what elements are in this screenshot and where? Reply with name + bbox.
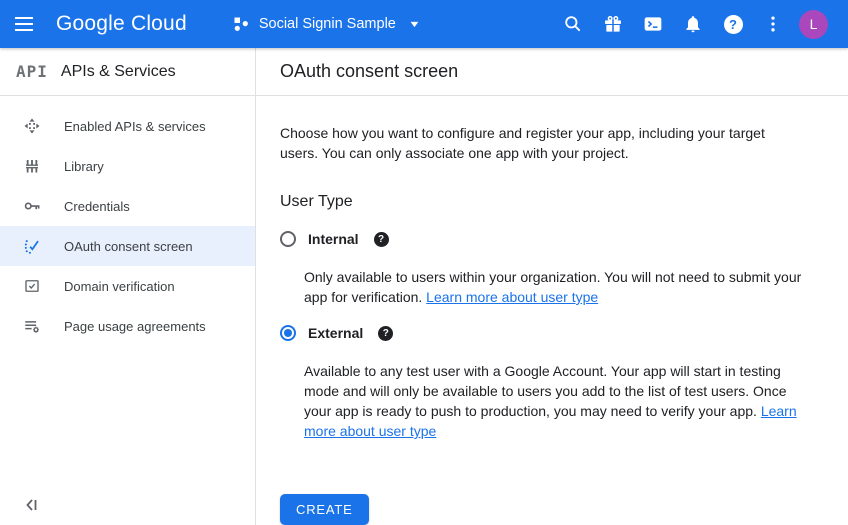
api-product-logo: API xyxy=(16,62,48,81)
sidebar-item-library[interactable]: Library xyxy=(0,146,255,186)
help-button[interactable]: ? xyxy=(713,0,753,48)
intro-text: Choose how you want to configure and reg… xyxy=(280,125,765,161)
sidebar-item-domain-verification[interactable]: Domain verification xyxy=(0,266,255,306)
user-type-heading: User Type xyxy=(280,193,353,210)
bell-icon xyxy=(683,14,703,34)
collapse-panel-icon xyxy=(24,497,40,513)
app-bar: Google Cloud Social Signin Sample ▼ ? L xyxy=(0,0,848,48)
offers-button[interactable] xyxy=(593,0,633,48)
sidebar-item-label: Enabled APIs & services xyxy=(64,118,206,134)
user-type-option-internal: Internal ? Only available to users withi… xyxy=(280,226,824,307)
cloud-shell-icon xyxy=(643,14,663,34)
main-panel: OAuth consent screen Choose how you want… xyxy=(256,48,848,525)
sidebar-item-page-usage-agreements[interactable]: Page usage agreements xyxy=(0,306,255,346)
sidebar-item-label: Credentials xyxy=(64,198,130,214)
internal-description: Only available to users within your orga… xyxy=(304,267,806,307)
main-header: OAuth consent screen xyxy=(256,48,848,96)
sidebar-item-label: Domain verification xyxy=(64,278,175,294)
sidebar-item-label: Library xyxy=(64,158,104,174)
help-icon: ? xyxy=(723,14,743,34)
sidebar: API APIs & Services Enabled APIs & servi… xyxy=(0,48,256,525)
sidebar-item-credentials[interactable]: Credentials xyxy=(0,186,255,226)
google-cloud-logo[interactable]: Google Cloud xyxy=(56,12,187,36)
user-type-option-external: External ? Available to any test user wi… xyxy=(280,320,824,441)
key-icon xyxy=(23,197,41,215)
consent-screen-icon xyxy=(23,237,41,255)
external-help-icon[interactable]: ? xyxy=(378,325,394,341)
external-description-text: Available to any test user with a Google… xyxy=(304,363,787,419)
account-avatar[interactable]: L xyxy=(799,9,828,39)
sidebar-item-label: OAuth consent screen xyxy=(64,238,193,254)
chevron-down-icon: ▼ xyxy=(407,19,421,29)
cloud-shell-button[interactable] xyxy=(633,0,673,48)
sidebar-item-oauth-consent-screen[interactable]: OAuth consent screen xyxy=(0,226,255,266)
internal-learn-more-link[interactable]: Learn more about user type xyxy=(426,289,598,305)
search-button[interactable] xyxy=(553,0,593,48)
enabled-apis-icon xyxy=(23,117,41,135)
library-icon xyxy=(23,157,41,175)
page-title: OAuth consent screen xyxy=(280,61,459,81)
internal-help-icon[interactable]: ? xyxy=(373,231,389,247)
internal-radio-label: Internal xyxy=(308,231,359,247)
more-vert-icon xyxy=(763,14,783,34)
sidebar-product-title: APIs & Services xyxy=(60,62,176,80)
create-button[interactable]: CREATE xyxy=(280,494,369,525)
project-name: Social Signin Sample xyxy=(258,16,396,32)
project-icon xyxy=(233,16,249,32)
content-area: Choose how you want to configure and reg… xyxy=(256,96,848,525)
page-usage-agreements-icon xyxy=(23,317,41,335)
sidebar-item-label: Page usage agreements xyxy=(64,318,206,334)
hamburger-menu-button[interactable] xyxy=(0,0,48,48)
external-description: Available to any test user with a Google… xyxy=(304,361,806,441)
collapse-sidebar-button[interactable] xyxy=(22,495,42,515)
sidebar-item-enabled-apis[interactable]: Enabled APIs & services xyxy=(0,106,255,146)
project-selector[interactable]: Social Signin Sample ▼ xyxy=(233,16,421,32)
sidebar-header: API APIs & Services xyxy=(0,48,255,96)
domain-verification-icon xyxy=(23,277,41,295)
topbar-actions: ? L xyxy=(553,0,848,48)
external-radio[interactable] xyxy=(280,325,296,341)
more-options-button[interactable] xyxy=(753,0,793,48)
internal-radio[interactable] xyxy=(280,231,296,247)
sidebar-nav: Enabled APIs & services Library Credenti… xyxy=(0,96,255,346)
gift-icon xyxy=(603,14,623,34)
notifications-button[interactable] xyxy=(673,0,713,48)
search-icon xyxy=(563,14,583,34)
hamburger-icon xyxy=(15,17,33,31)
external-radio-label: External xyxy=(308,325,364,341)
